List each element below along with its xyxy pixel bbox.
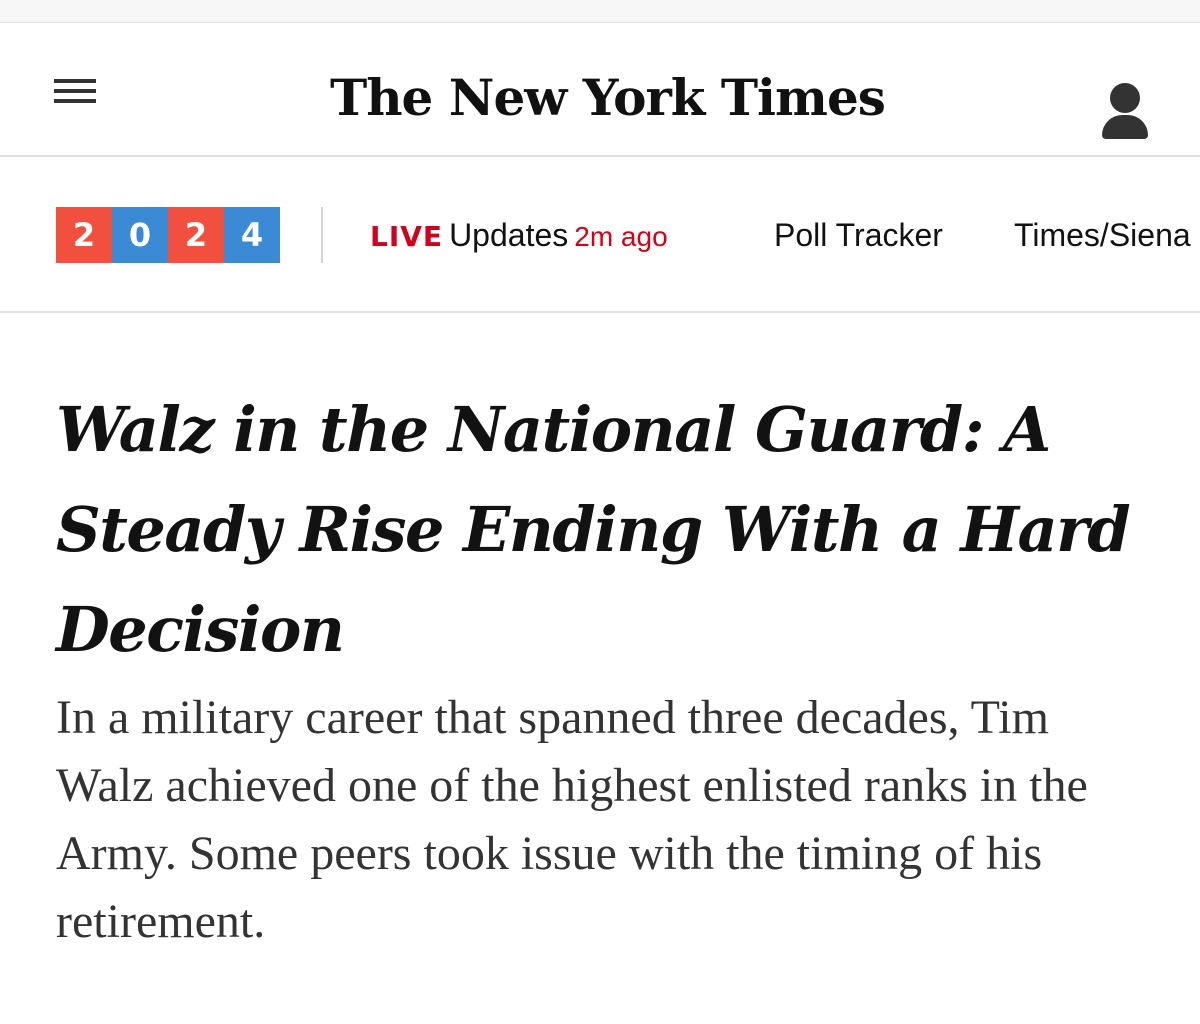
browser-top-strip — [0, 0, 1200, 23]
subnav-divider — [321, 207, 323, 263]
article: Walz in the National Guard: A Steady Ris… — [56, 380, 1156, 956]
live-updates-link[interactable]: LIVE Updates 2m ago — [370, 207, 668, 263]
poll-tracker-link[interactable]: Poll Tracker — [774, 207, 943, 263]
article-headline[interactable]: Walz in the National Guard: A Steady Ris… — [56, 380, 1156, 680]
live-label: LIVE — [370, 220, 444, 253]
hamburger-menu-icon[interactable] — [54, 79, 96, 107]
times-siena-poll-link[interactable]: Times/Siena — [1014, 207, 1191, 263]
nyt-logo[interactable]: The New York Times — [330, 53, 886, 143]
badge-digit: 4 — [224, 207, 280, 263]
badge-digit: 2 — [56, 207, 112, 263]
live-updated-time: 2m ago — [574, 221, 668, 252]
election-subnav: 2 0 2 4 LIVE Updates 2m ago Poll Tracker T… — [0, 157, 1200, 313]
badge-digit: 2 — [168, 207, 224, 263]
masthead: The New York Times — [0, 23, 1200, 157]
election-2024-badge[interactable]: 2 0 2 4 — [56, 207, 280, 263]
user-account-icon[interactable] — [1100, 83, 1152, 143]
article-summary: In a military career that spanned three … — [56, 691, 1088, 948]
badge-digit: 0 — [112, 207, 168, 263]
live-updates-text: Updates — [449, 217, 569, 253]
